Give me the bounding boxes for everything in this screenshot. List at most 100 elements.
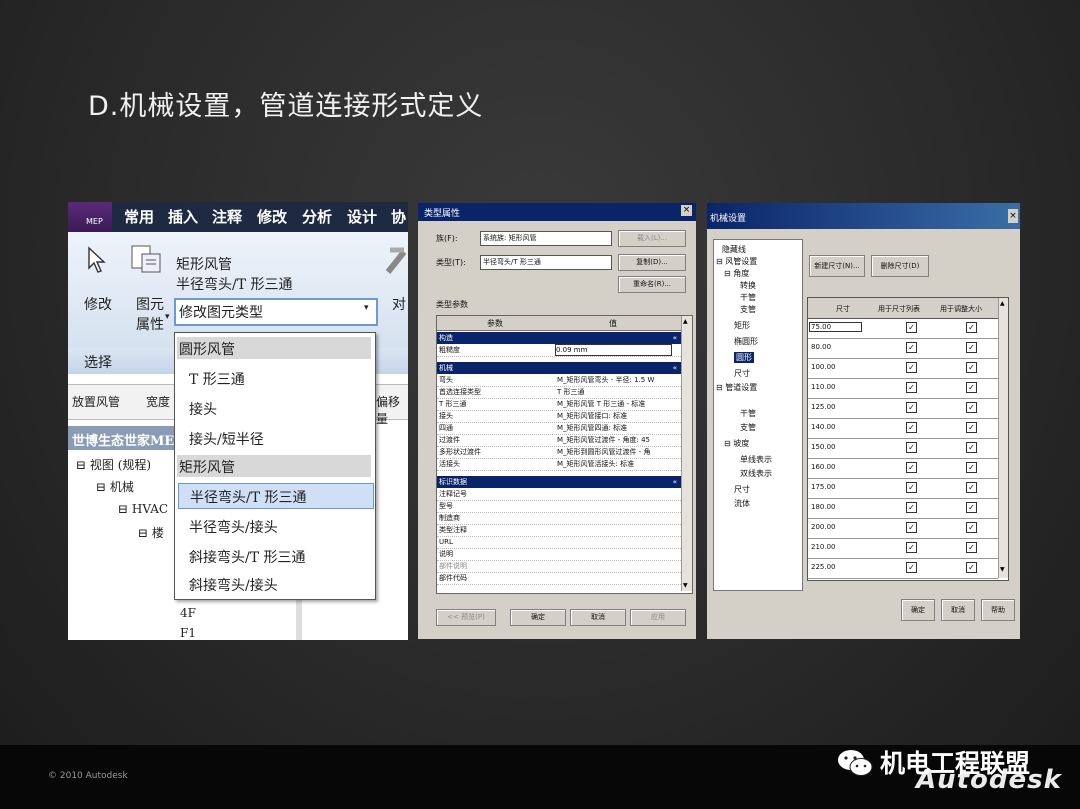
tree-item[interactable]: 单线表示 xyxy=(740,454,772,465)
checkbox-list[interactable]: ✓ xyxy=(906,382,917,393)
dropdown-item[interactable]: 斜接弯头/T 形三通 xyxy=(189,547,306,567)
scroll-down-icon[interactable]: ▼ xyxy=(1000,566,1005,573)
tree-item[interactable]: ⊟ 风管设置 xyxy=(716,256,757,267)
tree-item[interactable]: 隐藏线 xyxy=(722,244,746,255)
table-row[interactable]: 125.00 ✓ ✓ xyxy=(808,399,998,419)
dropdown-item[interactable]: 半径弯头/接头 xyxy=(189,517,278,537)
tab-home[interactable]: 常用 xyxy=(124,206,154,227)
section-construction[interactable]: 构造 « xyxy=(437,332,681,344)
tree-item[interactable]: 支管 xyxy=(740,304,756,315)
checkbox-list[interactable]: ✓ xyxy=(906,422,917,433)
table-scrollbar[interactable]: ▲ ▼ xyxy=(998,298,1008,578)
rename-button[interactable]: 重命名(R)... xyxy=(618,276,686,293)
checkbox-sizing[interactable]: ✓ xyxy=(966,342,977,353)
section-identity-data[interactable]: 标识数据 « xyxy=(437,476,681,488)
tree-item[interactable]: 椭圆形 xyxy=(734,336,758,347)
tree-item[interactable]: ⊟ 管道设置 xyxy=(716,382,757,393)
dropdown-item[interactable]: 斜接弯头/接头 xyxy=(189,575,278,595)
align-icon[interactable] xyxy=(385,242,408,280)
scroll-down-icon[interactable]: ▼ xyxy=(683,582,688,589)
align-label[interactable]: 对 xyxy=(392,294,406,314)
close-icon[interactable]: × xyxy=(681,205,692,216)
element-properties-label-1[interactable]: 图元 xyxy=(136,294,164,314)
checkbox-sizing[interactable]: ✓ xyxy=(966,402,977,413)
checkbox-sizing[interactable]: ✓ xyxy=(966,522,977,533)
dropdown-item[interactable]: 接头 xyxy=(189,399,217,419)
checkbox-list[interactable]: ✓ xyxy=(906,562,917,573)
table-row[interactable]: 活接头 M_矩形风管活接头: 标准 xyxy=(437,458,681,471)
app-logo[interactable]: MEP xyxy=(68,202,112,232)
checkbox-list[interactable]: ✓ xyxy=(906,542,917,553)
table-row[interactable]: 160.00 ✓ ✓ xyxy=(808,459,998,479)
ok-button[interactable]: 确定 xyxy=(510,609,566,626)
checkbox-sizing[interactable]: ✓ xyxy=(966,382,977,393)
table-row[interactable]: 175.00 ✓ ✓ xyxy=(808,479,998,499)
table-row[interactable]: 75.00 ✓ ✓ xyxy=(808,319,998,339)
tree-item[interactable]: ⊟ 坡度 xyxy=(724,438,749,449)
select-label[interactable]: 选择 xyxy=(84,352,112,372)
checkbox-list[interactable]: ✓ xyxy=(906,402,917,413)
tree-item[interactable]: 转换 xyxy=(740,280,756,291)
checkbox-sizing[interactable]: ✓ xyxy=(966,322,977,333)
tab-modify[interactable]: 修改 xyxy=(257,206,287,227)
duplicate-button[interactable]: 复制(D)... xyxy=(618,254,686,271)
new-size-button[interactable]: 新建尺寸(N)... xyxy=(809,255,865,277)
tree-item[interactable]: 干管 xyxy=(740,408,756,419)
tree-item[interactable]: 流体 xyxy=(734,498,750,509)
checkbox-sizing[interactable]: ✓ xyxy=(966,482,977,493)
checkbox-sizing[interactable]: ✓ xyxy=(966,502,977,513)
tree-item[interactable]: 矩形 xyxy=(734,320,750,331)
table-row[interactable]: 210.00 ✓ ✓ xyxy=(808,539,998,559)
roughness-input[interactable]: 0.09 mm xyxy=(555,344,672,356)
table-row[interactable]: 200.00 ✓ ✓ xyxy=(808,519,998,539)
tree-item[interactable]: 双线表示 xyxy=(740,468,772,479)
checkbox-sizing[interactable]: ✓ xyxy=(966,562,977,573)
tab-design[interactable]: 设计 xyxy=(347,206,377,227)
checkbox-sizing[interactable]: ✓ xyxy=(966,542,977,553)
checkbox-list[interactable]: ✓ xyxy=(906,362,917,373)
table-scrollbar[interactable]: ▲ ▼ xyxy=(681,316,692,591)
tree-node-mechanical[interactable]: ⊟ 机械 xyxy=(96,478,134,495)
tree-node-hvac[interactable]: ⊟ HVAC xyxy=(118,502,168,516)
table-row[interactable]: 100.00 ✓ ✓ xyxy=(808,359,998,379)
modify-cursor-icon[interactable] xyxy=(86,246,108,278)
tree-node-f1[interactable]: F1 xyxy=(180,626,196,640)
checkbox-list[interactable]: ✓ xyxy=(906,442,917,453)
scroll-up-icon[interactable]: ▲ xyxy=(1000,300,1005,307)
cancel-button[interactable]: 取消 xyxy=(570,609,626,626)
checkbox-list[interactable]: ✓ xyxy=(906,462,917,473)
family-select[interactable]: 系统族: 矩形风管 xyxy=(480,231,612,246)
checkbox-list[interactable]: ✓ xyxy=(906,482,917,493)
modify-label[interactable]: 修改 xyxy=(84,294,112,314)
dropdown-selected-item[interactable]: 半径弯头/T 形三通 xyxy=(178,483,374,509)
tab-insert[interactable]: 插入 xyxy=(168,206,198,227)
size-cell[interactable]: 75.00 xyxy=(809,322,863,332)
delete-size-button[interactable]: 删除尺寸(D) xyxy=(871,255,929,277)
collapse-icon[interactable]: « xyxy=(673,332,677,344)
type-select[interactable]: 半径弯头/T 形三通 xyxy=(480,255,612,270)
element-properties-icon[interactable] xyxy=(130,242,164,278)
apply-button[interactable]: 应用 xyxy=(630,609,686,626)
dropdown-item[interactable]: T 形三通 xyxy=(189,369,245,389)
checkbox-sizing[interactable]: ✓ xyxy=(966,462,977,473)
table-row[interactable]: 140.00 ✓ ✓ xyxy=(808,419,998,439)
checkbox-list[interactable]: ✓ xyxy=(906,522,917,533)
close-icon[interactable]: × xyxy=(1008,209,1018,223)
table-row[interactable]: 110.00 ✓ ✓ xyxy=(808,379,998,399)
load-button[interactable]: 载入(L)... xyxy=(618,230,686,247)
type-selector-combo[interactable]: 修改图元类型 ▾ xyxy=(174,298,378,326)
tree-item[interactable]: 干管 xyxy=(740,292,756,303)
element-properties-label-2[interactable]: 属性 xyxy=(136,314,164,334)
section-mechanical[interactable]: 机械 « xyxy=(437,362,681,374)
table-row[interactable]: 部件代码 xyxy=(437,572,681,585)
table-row[interactable]: 150.00 ✓ ✓ xyxy=(808,439,998,459)
tree-item[interactable]: 尺寸 xyxy=(734,368,750,379)
dropdown-item[interactable]: 接头/短半径 xyxy=(189,429,264,449)
ok-button[interactable]: 确定 xyxy=(901,599,935,621)
checkbox-sizing[interactable]: ✓ xyxy=(966,362,977,373)
scroll-up-icon[interactable]: ▲ xyxy=(683,318,688,325)
table-row[interactable]: 80.00 ✓ ✓ xyxy=(808,339,998,359)
tab-annotate[interactable]: 注释 xyxy=(212,206,242,227)
collapse-icon[interactable]: « xyxy=(673,362,677,374)
tab-analyze[interactable]: 分析 xyxy=(302,206,332,227)
